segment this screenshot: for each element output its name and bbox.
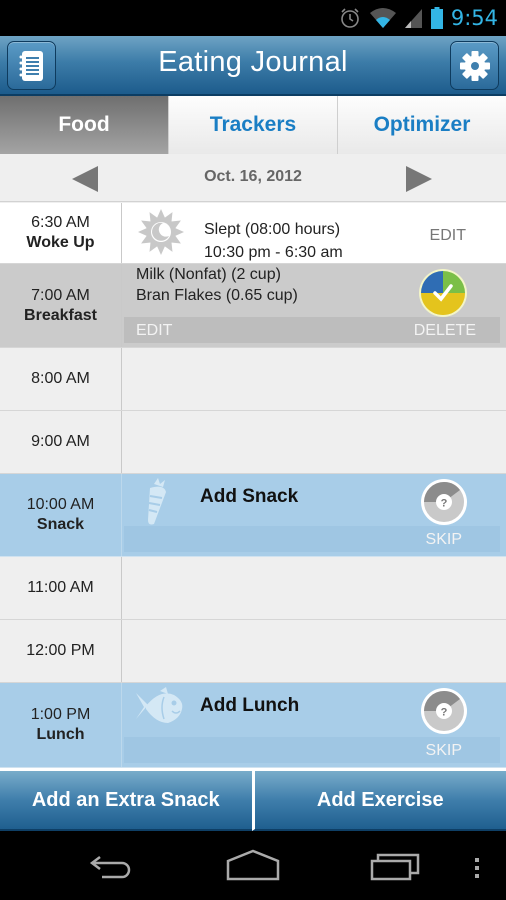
svg-text:?: ? [441, 707, 448, 719]
food-item: Milk (Nonfat) (2 cup) [136, 266, 281, 283]
breakfast-label: Breakfast [24, 306, 97, 324]
slot-content [121, 348, 506, 410]
edit-sleep-button[interactable]: EDIT [430, 227, 466, 245]
lunch-row[interactable]: 1:00 PM Lunch Add Lunch ? SKIP [0, 683, 506, 768]
snack-content: Add Snack ? SKIP [121, 474, 506, 556]
slot-content [121, 620, 506, 682]
home-icon[interactable] [226, 849, 280, 883]
breakfast-time-col: 7:00 AM Breakfast [0, 264, 121, 347]
sleep-summary: Slept (08:00 hours) 10:30 pm - 6:30 am [204, 218, 343, 264]
snack-label: Snack [36, 516, 85, 533]
gear-icon [459, 50, 490, 81]
edit-breakfast-button[interactable]: EDIT [136, 322, 172, 340]
alarm-icon [341, 8, 359, 28]
app-header: Eating Journal [0, 36, 506, 96]
time-slot-row[interactable]: 9:00 AM [0, 411, 506, 474]
day-timeline: 6:30 AM Woke Up Slept (08:00 hours) 10:3… [0, 203, 506, 768]
carrot-icon [148, 478, 166, 525]
date-navigator: Oct. 16, 2012 [0, 154, 506, 202]
triangle-right-icon[interactable] [406, 166, 432, 192]
slot-content [121, 557, 506, 619]
recent-apps-icon[interactable] [370, 849, 420, 883]
system-nav-bar [0, 831, 506, 900]
wake-label: Woke Up [26, 234, 95, 251]
page-title: Eating Journal [158, 46, 348, 78]
tab-food[interactable]: Food [0, 96, 169, 154]
signal-icon [404, 9, 422, 28]
slot-time-col: 8:00 AM [0, 348, 121, 410]
time-slot-row[interactable]: 12:00 PM [0, 620, 506, 683]
time-slot-row[interactable]: 11:00 AM [0, 557, 506, 620]
tab-bar: Food Trackers Optimizer [0, 96, 506, 154]
lunch-time-col: 1:00 PM Lunch [0, 683, 121, 767]
screen: 9:54 Eating Journal Food Trackers Optimi… [0, 0, 506, 900]
wake-time-col: 6:30 AM Woke Up [0, 203, 121, 263]
question-donut-icon[interactable]: ? [420, 478, 468, 526]
lunch-content: Add Lunch ? SKIP [121, 683, 506, 767]
breakfast-food-list: Milk (Nonfat) (2 cup) Bran Flakes (0.65 … [136, 264, 298, 306]
slot-time: 11:00 AM [27, 579, 94, 596]
add-lunch-button[interactable]: Add Lunch [200, 695, 299, 717]
status-bar: 9:54 [0, 0, 506, 36]
breakfast-time: 7:00 AM [31, 286, 90, 304]
sun-moon-icon [138, 209, 184, 255]
status-time: 9:54 [450, 6, 498, 30]
delete-breakfast-button[interactable]: DELETE [414, 322, 476, 340]
lunch-label: Lunch [36, 726, 85, 743]
slot-time: 12:00 PM [26, 642, 95, 659]
add-snack-button[interactable]: Add Snack [200, 486, 298, 508]
slot-content [121, 411, 506, 473]
snack-time-col: 10:00 AM Snack [0, 474, 121, 556]
slot-time: 8:00 AM [31, 370, 90, 387]
skip-lunch-button[interactable]: SKIP [426, 742, 462, 760]
fish-icon [136, 687, 183, 723]
wifi-icon [369, 8, 396, 28]
skip-snack-button[interactable]: SKIP [426, 531, 462, 549]
breakfast-content: Milk (Nonfat) (2 cup) Bran Flakes (0.65 … [121, 264, 506, 347]
snack-time: 10:00 AM [26, 496, 95, 513]
wake-time: 6:30 AM [31, 214, 90, 231]
add-extra-snack-button[interactable]: Add an Extra Snack [0, 771, 252, 831]
add-exercise-button[interactable]: Add Exercise [251, 771, 506, 831]
slot-time-col: 11:00 AM [0, 557, 121, 619]
question-donut-icon[interactable]: ? [420, 687, 468, 735]
svg-text:?: ? [441, 498, 448, 510]
sleep-duration: Slept (08:00 hours) [204, 221, 341, 238]
slot-time-col: 9:00 AM [0, 411, 121, 473]
breakfast-row[interactable]: 7:00 AM Breakfast Milk (Nonfat) (2 cup) … [0, 264, 506, 348]
lunch-time: 1:00 PM [30, 706, 91, 723]
tab-optimizer[interactable]: Optimizer [338, 96, 506, 154]
wake-row[interactable]: 6:30 AM Woke Up Slept (08:00 hours) 10:3… [0, 203, 506, 264]
slot-time: 9:00 AM [31, 433, 90, 450]
breakfast-actions: EDIT DELETE [124, 317, 500, 343]
slot-time-col: 12:00 PM [0, 620, 121, 682]
wake-content: Slept (08:00 hours) 10:30 pm - 6:30 am E… [121, 203, 506, 263]
bottom-action-bar: Add an Extra Snack Add Exercise [0, 768, 506, 831]
battery-icon [430, 7, 443, 29]
food-item: Bran Flakes (0.65 cup) [136, 287, 298, 304]
settings-button[interactable] [450, 41, 499, 90]
overflow-menu-icon[interactable] [472, 849, 482, 883]
snack-actions: SKIP [124, 526, 500, 552]
sleep-range: 10:30 pm - 6:30 am [204, 244, 343, 261]
back-icon[interactable] [88, 849, 136, 883]
time-slot-row[interactable]: 8:00 AM [0, 348, 506, 411]
lunch-actions: SKIP [124, 737, 500, 763]
tab-trackers[interactable]: Trackers [169, 96, 338, 154]
completed-check-donut-icon [419, 269, 467, 317]
snack-row[interactable]: 10:00 AM Snack Add Snack ? SKIP [0, 474, 506, 557]
